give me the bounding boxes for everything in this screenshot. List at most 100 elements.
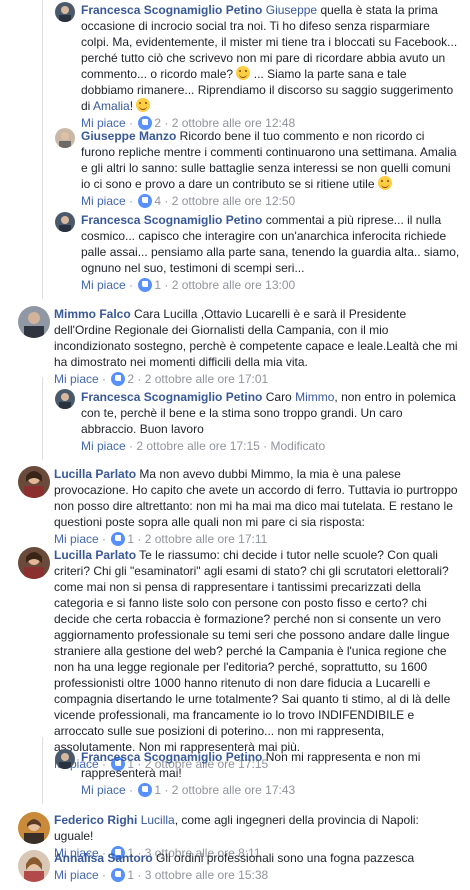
smile-emoji-icon bbox=[136, 98, 151, 112]
like-button[interactable]: Mi piace bbox=[81, 194, 126, 208]
separator: · bbox=[164, 278, 169, 292]
timestamp[interactable]: 2 ottobre alle ore 17:01 bbox=[145, 372, 268, 386]
edited-label: Modificato bbox=[270, 439, 326, 453]
separator: · bbox=[137, 868, 142, 882]
comment-meta: Mi piace · 1 · 2 ottobre alle ore 17:43 bbox=[81, 782, 460, 798]
separator: · bbox=[129, 439, 134, 453]
comment-author[interactable]: Lucilla Parlato bbox=[54, 548, 136, 562]
comment-body: Giuseppe Manzo Ricordo bene il tuo comme… bbox=[81, 128, 460, 192]
like-button[interactable]: Mi piace bbox=[54, 372, 99, 386]
like-button[interactable]: Mi piace bbox=[81, 439, 126, 453]
comment-meta: Mi piace · 2 · 2 ottobre alle ore 17:01 bbox=[54, 371, 458, 387]
comment-body: Lucilla Parlato Ma non avevo dubbi Mimmo… bbox=[54, 466, 458, 530]
comment: Lucilla Parlato Ma non avevo dubbi Mimmo… bbox=[18, 466, 458, 547]
comment-author[interactable]: Mimmo Falco bbox=[54, 307, 131, 321]
comment-author[interactable]: Annalisa Santoro bbox=[54, 851, 153, 865]
avatar[interactable] bbox=[55, 128, 75, 148]
avatar[interactable] bbox=[55, 389, 75, 409]
comment: Giuseppe Manzo Ricordo bene il tuo comme… bbox=[42, 116, 460, 215]
comment-author[interactable]: Lucilla Parlato bbox=[54, 467, 136, 481]
separator: · bbox=[102, 532, 107, 546]
like-reaction-icon[interactable] bbox=[111, 372, 126, 386]
comment-body: Federico Righi Lucilla, come agli ingegn… bbox=[54, 812, 458, 844]
like-button[interactable]: Mi piace bbox=[81, 278, 126, 292]
separator: · bbox=[164, 194, 169, 208]
reaction-count[interactable]: 1 bbox=[127, 532, 134, 546]
avatar[interactable] bbox=[55, 212, 75, 232]
comment-meta: Mi piace · 1 · 3 ottobre alle ore 15:38 bbox=[54, 867, 458, 883]
comment-body: Mimmo Falco Cara Lucilla ,Ottavio Lucare… bbox=[54, 306, 458, 370]
comment-author[interactable]: Francesca Scognamiglio Petino bbox=[81, 390, 262, 404]
comment-body: Francesca Scognamiglio Petino Giuseppe q… bbox=[81, 2, 460, 114]
avatar[interactable] bbox=[18, 466, 50, 498]
like-reaction-icon[interactable] bbox=[111, 532, 126, 546]
comment-meta: Mi piace · 1 · 2 ottobre alle ore 17:11 bbox=[54, 531, 458, 547]
smile-emoji-icon bbox=[236, 66, 251, 80]
separator: · bbox=[129, 783, 134, 797]
comment-author[interactable]: Giuseppe Manzo bbox=[81, 129, 176, 143]
avatar[interactable] bbox=[55, 2, 75, 22]
separator: · bbox=[137, 372, 142, 386]
timestamp[interactable]: 2 ottobre alle ore 12:50 bbox=[172, 194, 295, 208]
smile-emoji-icon bbox=[377, 176, 392, 190]
mention-link[interactable]: Amalia bbox=[93, 99, 130, 113]
separator: · bbox=[129, 278, 134, 292]
mention-link[interactable]: Lucilla bbox=[141, 813, 175, 827]
reaction-count[interactable]: 1 bbox=[154, 278, 161, 292]
timestamp[interactable]: 3 ottobre alle ore 15:38 bbox=[145, 868, 268, 882]
separator: · bbox=[137, 532, 142, 546]
like-button[interactable]: Mi piace bbox=[54, 532, 99, 546]
comment-body: Lucilla Parlato Te le riassumo: chi deci… bbox=[54, 547, 458, 755]
comment: Francesca Scognamiglio Petino Non mi rap… bbox=[42, 737, 460, 804]
comment: Francesca Scognamiglio Petino Caro Mimmo… bbox=[42, 377, 460, 460]
timestamp[interactable]: 2 ottobre alle ore 17:15 bbox=[136, 439, 259, 453]
like-button[interactable]: Mi piace bbox=[81, 783, 126, 797]
comment-text: Caro bbox=[262, 390, 296, 404]
comment-author[interactable]: Federico Righi bbox=[54, 813, 137, 827]
comment: Mimmo Falco Cara Lucilla ,Ottavio Lucare… bbox=[18, 306, 458, 387]
comment-author[interactable]: Francesca Scognamiglio Petino bbox=[81, 750, 262, 764]
timestamp[interactable]: 2 ottobre alle ore 17:43 bbox=[172, 783, 295, 797]
comment-thread: Francesca Scognamiglio Petino Giuseppe q… bbox=[0, 0, 470, 890]
comment-body: Annalisa Santoro Gli ordini professional… bbox=[54, 850, 458, 866]
like-reaction-icon[interactable] bbox=[111, 868, 126, 882]
avatar[interactable] bbox=[18, 547, 50, 579]
separator: · bbox=[102, 868, 107, 882]
reply-thread-line bbox=[42, 377, 43, 460]
comment-body: Francesca Scognamiglio Petino Non mi rap… bbox=[81, 749, 460, 781]
comment-author[interactable]: Francesca Scognamiglio Petino bbox=[81, 3, 262, 17]
timestamp[interactable]: 2 ottobre alle ore 17:11 bbox=[145, 532, 268, 546]
comment: Lucilla Parlato Te le riassumo: chi deci… bbox=[18, 547, 458, 772]
comment-text: ! bbox=[129, 99, 137, 113]
reply-thread-line bbox=[42, 737, 43, 804]
comment-body: Francesca Scognamiglio Petino Caro Mimmo… bbox=[81, 389, 460, 437]
reaction-count[interactable]: 1 bbox=[127, 868, 134, 882]
comment: Annalisa Santoro Gli ordini professional… bbox=[18, 850, 458, 883]
avatar[interactable] bbox=[18, 850, 50, 882]
comment: Francesca Scognamiglio Petino Giuseppe q… bbox=[42, 0, 460, 137]
comment-meta: Mi piace · 4 · 2 ottobre alle ore 12:50 bbox=[81, 193, 460, 209]
like-reaction-icon[interactable] bbox=[138, 783, 153, 797]
separator: · bbox=[102, 372, 107, 386]
timestamp[interactable]: 2 ottobre alle ore 13:00 bbox=[172, 278, 295, 292]
like-reaction-icon[interactable] bbox=[138, 194, 153, 208]
comment-author[interactable]: Francesca Scognamiglio Petino bbox=[81, 213, 262, 227]
separator: · bbox=[263, 439, 268, 453]
avatar[interactable] bbox=[18, 306, 50, 338]
comment-text: Gli ordini professionali sono una fogna … bbox=[152, 851, 415, 865]
comment-body: Francesca Scognamiglio Petino commentai … bbox=[81, 212, 460, 276]
reply-thread-line bbox=[42, 200, 43, 299]
mention-link[interactable]: Giuseppe bbox=[266, 3, 317, 17]
reaction-count[interactable]: 2 bbox=[127, 372, 134, 386]
comment-meta: Mi piace · 1 · 2 ottobre alle ore 13:00 bbox=[81, 277, 460, 293]
mention-link[interactable]: Mimmo bbox=[295, 390, 334, 404]
reaction-count[interactable]: 4 bbox=[154, 194, 161, 208]
like-button[interactable]: Mi piace bbox=[54, 868, 99, 882]
separator: · bbox=[129, 194, 134, 208]
avatar[interactable] bbox=[55, 749, 75, 769]
like-reaction-icon[interactable] bbox=[138, 278, 153, 292]
reaction-count[interactable]: 1 bbox=[154, 783, 161, 797]
avatar[interactable] bbox=[18, 812, 50, 844]
comment: Francesca Scognamiglio Petino commentai … bbox=[42, 200, 460, 299]
comment-meta: Mi piace · 2 ottobre alle ore 17:15 · Mo… bbox=[81, 438, 460, 454]
